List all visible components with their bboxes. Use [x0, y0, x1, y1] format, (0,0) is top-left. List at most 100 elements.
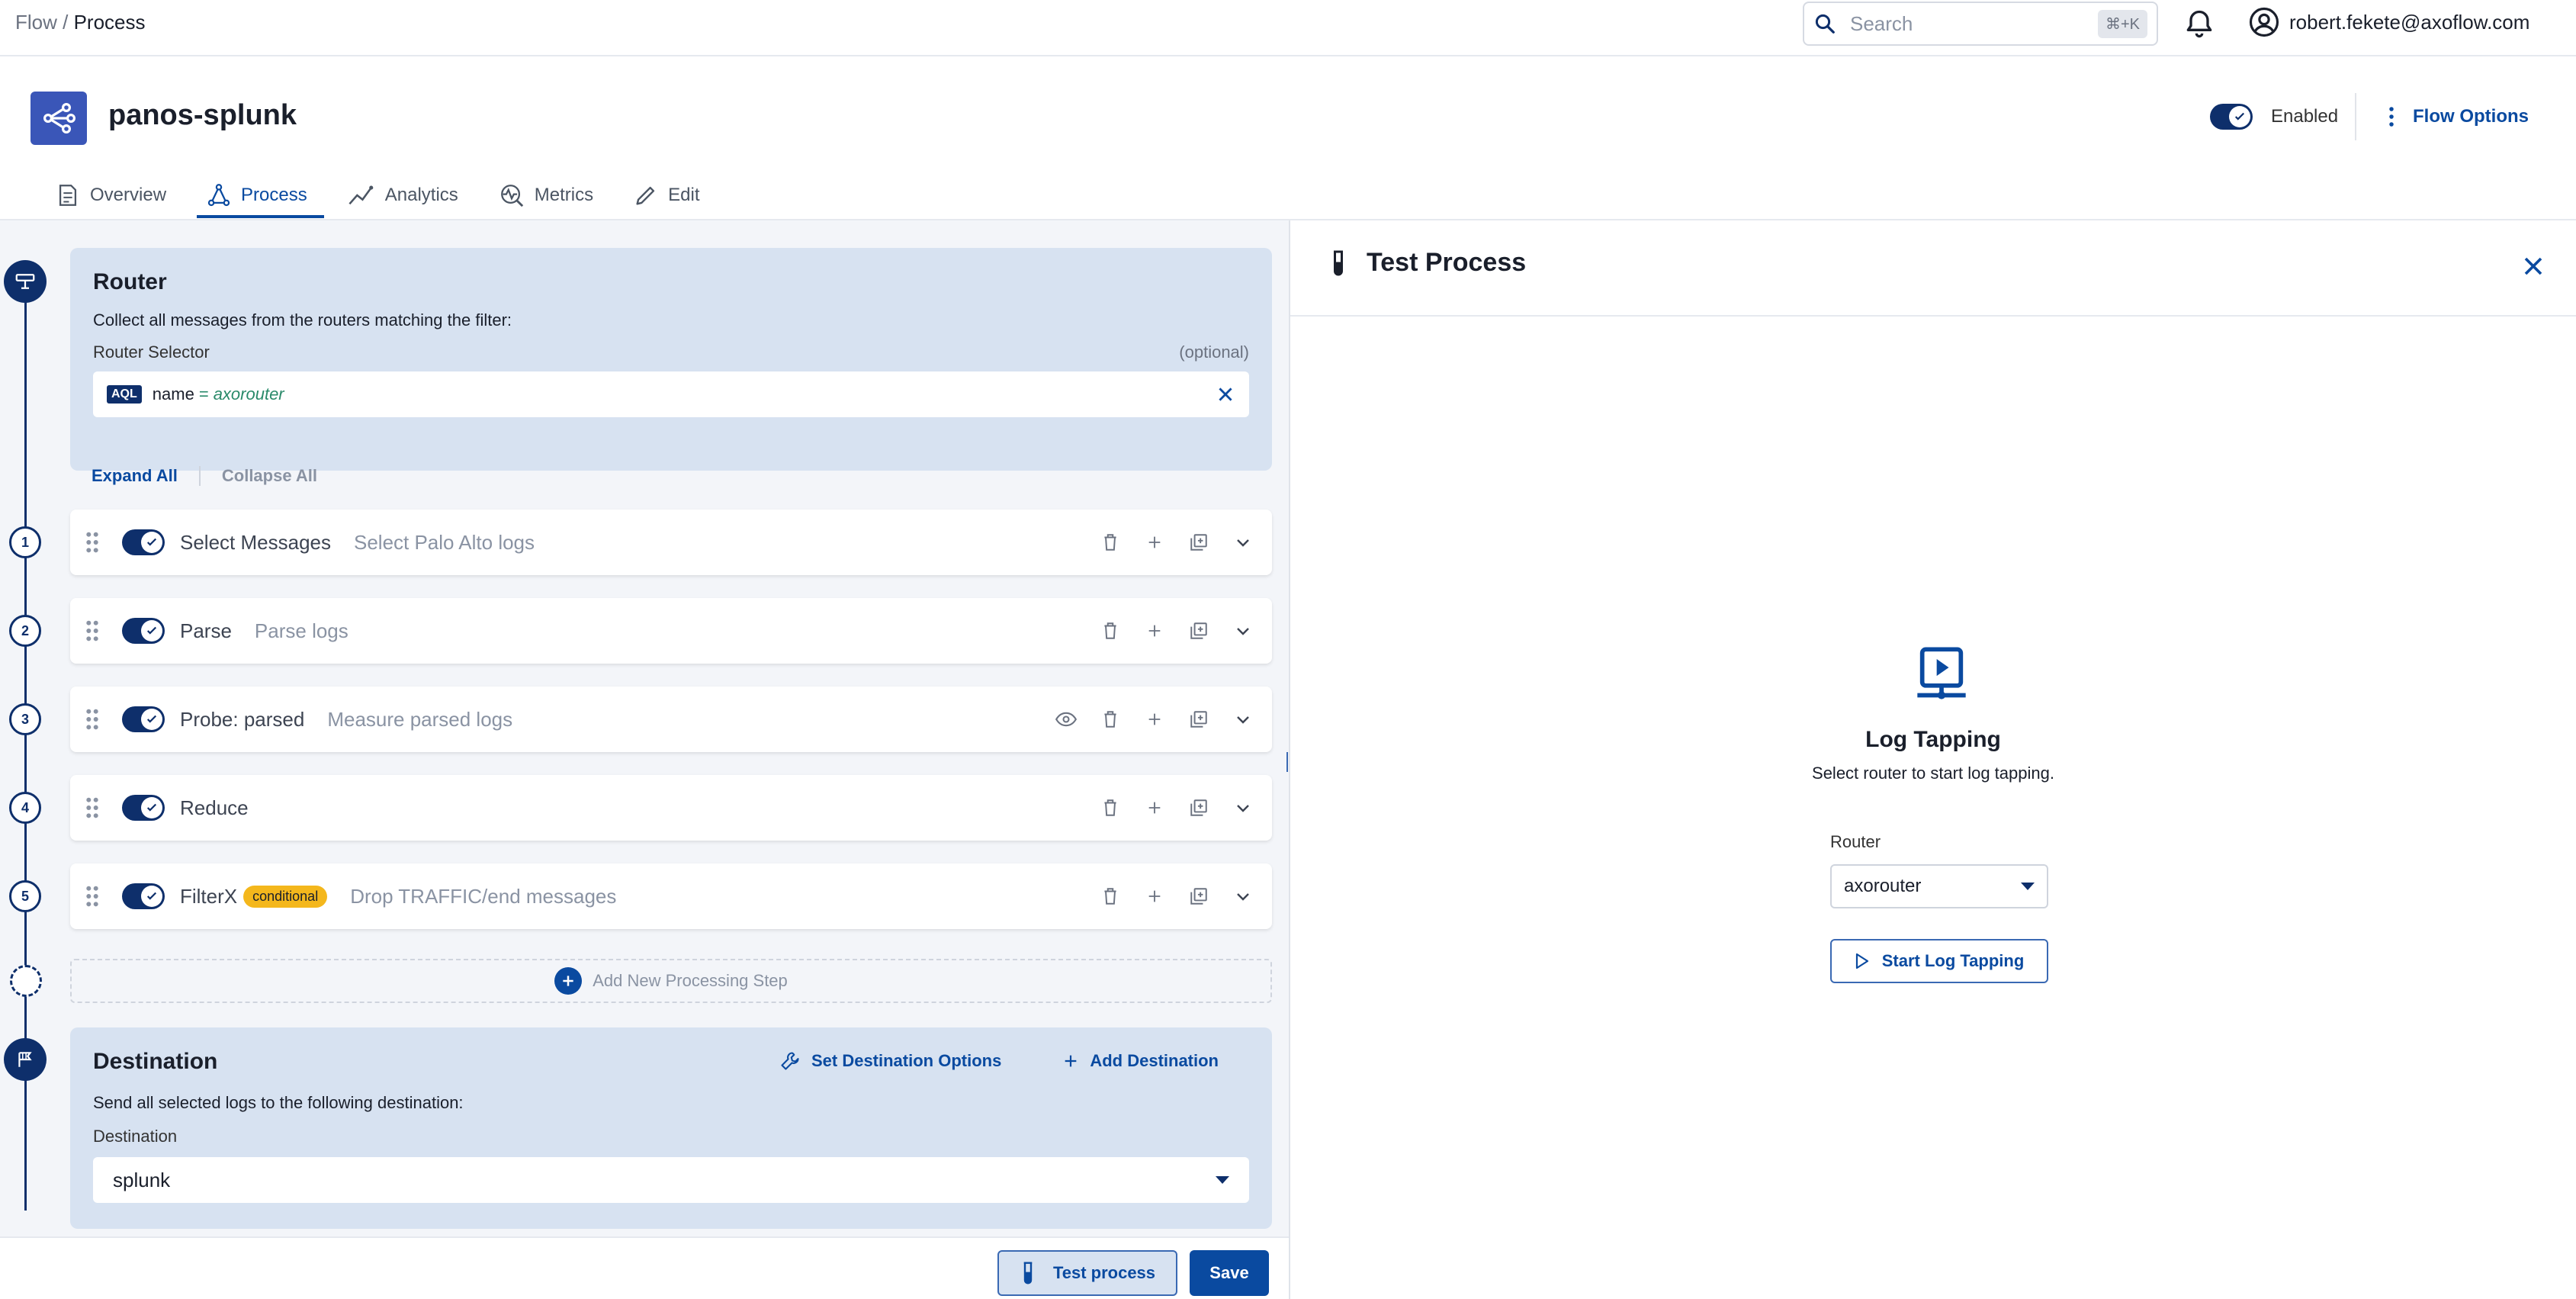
caret-down-icon: [1216, 1176, 1229, 1184]
drag-handle-icon[interactable]: [84, 796, 101, 819]
chevron-down-icon[interactable]: [1229, 794, 1257, 822]
tab-edit[interactable]: Edit: [616, 172, 716, 218]
step-name: Probe: parsed: [180, 707, 305, 731]
router-optional-label: (optional): [1179, 342, 1249, 362]
step-name: Parse: [180, 619, 232, 642]
drag-handle-icon[interactable]: [84, 619, 101, 642]
step-actions: [1097, 529, 1257, 556]
router-select-label: Router: [1830, 832, 1881, 851]
step-number: 3: [9, 703, 41, 735]
flag-icon: [18, 1052, 32, 1067]
step-enabled-toggle[interactable]: [122, 706, 165, 732]
eye-icon[interactable]: [1052, 706, 1080, 733]
delete-icon[interactable]: [1097, 529, 1124, 556]
router-selector-label-row: Router Selector (optional): [93, 342, 1249, 362]
bell-icon[interactable]: [2183, 8, 2216, 41]
delete-icon[interactable]: [1097, 617, 1124, 645]
step-enabled-toggle[interactable]: [122, 529, 165, 555]
duplicate-icon[interactable]: [1185, 794, 1213, 822]
user-menu[interactable]: robert.fekete@axoflow.com: [2248, 6, 2529, 38]
step-card-filterx[interactable]: FilterX conditional Drop TRAFFIC/end mes…: [70, 863, 1272, 929]
chevron-down-icon[interactable]: [1229, 617, 1257, 645]
add-icon[interactable]: [1141, 794, 1168, 822]
flow-icon: [31, 92, 87, 145]
chevron-down-icon[interactable]: [1229, 883, 1257, 910]
search-placeholder: Search: [1850, 11, 1913, 35]
analytics-icon: [348, 185, 374, 205]
user-email: robert.fekete@axoflow.com: [2289, 10, 2530, 34]
tab-metrics[interactable]: Metrics: [481, 172, 610, 218]
router-selector-input[interactable]: AQL name = axorouter: [93, 371, 1249, 417]
clear-icon[interactable]: [1216, 384, 1235, 404]
destination-actions: Set Destination Options Add Destination: [779, 1050, 1219, 1072]
check-icon: [146, 803, 157, 812]
expand-all-button[interactable]: Expand All: [92, 466, 178, 486]
step-name: Select Messages: [180, 530, 331, 554]
step-card-reduce[interactable]: Reduce: [70, 775, 1272, 841]
search-input[interactable]: Search ⌘+K: [1803, 2, 2158, 46]
close-icon[interactable]: [2518, 251, 2549, 281]
step-description: Select Palo Alto logs: [353, 530, 535, 554]
duplicate-icon[interactable]: [1185, 883, 1213, 910]
breadcrumb-flow[interactable]: Flow: [15, 11, 57, 34]
step-name: FilterX: [180, 884, 238, 908]
add-destination-label: Add Destination: [1090, 1051, 1219, 1070]
start-log-tapping-button[interactable]: Start Log Tapping: [1830, 939, 2048, 983]
destination-select[interactable]: splunk: [93, 1157, 1249, 1203]
router-select[interactable]: axorouter: [1830, 864, 2048, 908]
collapse-all-button[interactable]: Collapse All: [222, 466, 317, 486]
router-title: Router: [93, 269, 167, 294]
tab-metrics-label: Metrics: [534, 185, 594, 205]
tab-process[interactable]: Process: [189, 172, 324, 218]
save-button[interactable]: Save: [1190, 1250, 1269, 1296]
drag-handle-icon[interactable]: [84, 885, 101, 908]
pencil-icon: [636, 186, 655, 205]
delete-icon[interactable]: [1097, 794, 1124, 822]
tab-overview-label: Overview: [90, 185, 167, 205]
step-enabled-toggle[interactable]: [122, 795, 165, 821]
aql-field: name: [152, 384, 194, 404]
step-card-probe-parsed[interactable]: Probe: parsed Measure parsed logs: [70, 686, 1272, 752]
router-card: Router Collect all messages from the rou…: [70, 248, 1272, 471]
flow-options-button[interactable]: Flow Options: [2387, 105, 2529, 128]
step-name: Reduce: [180, 796, 249, 819]
step-description: Measure parsed logs: [327, 707, 513, 731]
router-description: Collect all messages from the routers ma…: [93, 310, 512, 330]
test-tube-icon: [1334, 250, 1343, 275]
tab-overview[interactable]: Overview: [38, 172, 183, 218]
add-destination-button[interactable]: Add Destination: [1062, 1050, 1219, 1072]
duplicate-icon[interactable]: [1185, 529, 1213, 556]
step-number: 5: [9, 880, 41, 912]
test-tube-icon: [1023, 1262, 1033, 1285]
delete-icon[interactable]: [1097, 883, 1124, 910]
aql-badge: AQL: [107, 385, 142, 404]
add-processing-step-button[interactable]: Add New Processing Step: [70, 959, 1272, 1003]
flow-enabled-toggle[interactable]: [2210, 104, 2253, 130]
tab-analytics[interactable]: Analytics: [330, 172, 475, 218]
chevron-down-icon[interactable]: [1229, 529, 1257, 556]
drag-handle-icon[interactable]: [84, 708, 101, 731]
duplicate-icon[interactable]: [1185, 706, 1213, 733]
add-icon[interactable]: [1141, 617, 1168, 645]
router-select-value: axorouter: [1844, 876, 1922, 896]
duplicate-icon[interactable]: [1185, 617, 1213, 645]
step-card-parse[interactable]: Parse Parse logs: [70, 598, 1272, 664]
drag-handle-icon[interactable]: [84, 531, 101, 554]
set-destination-options-button[interactable]: Set Destination Options: [779, 1050, 1001, 1072]
step-actions: [1052, 706, 1257, 733]
play-icon: [1855, 953, 1868, 969]
search-icon: [1815, 14, 1835, 34]
enabled-toggle-group: Enabled: [2210, 104, 2338, 130]
step-enabled-toggle[interactable]: [122, 618, 165, 644]
test-process-panel: Test Process Log Tapping Select router t…: [1290, 220, 2576, 1299]
chevron-down-icon[interactable]: [1229, 706, 1257, 733]
delete-icon[interactable]: [1097, 706, 1124, 733]
add-icon[interactable]: [1141, 883, 1168, 910]
add-icon[interactable]: [1141, 706, 1168, 733]
add-icon[interactable]: [1141, 529, 1168, 556]
step-enabled-toggle[interactable]: [122, 883, 165, 909]
step-description: Drop TRAFFIC/end messages: [350, 884, 617, 908]
tab-edit-label: Edit: [668, 185, 700, 205]
step-card-select-messages[interactable]: Select Messages Select Palo Alto logs: [70, 510, 1272, 575]
test-process-button[interactable]: Test process: [997, 1250, 1177, 1296]
